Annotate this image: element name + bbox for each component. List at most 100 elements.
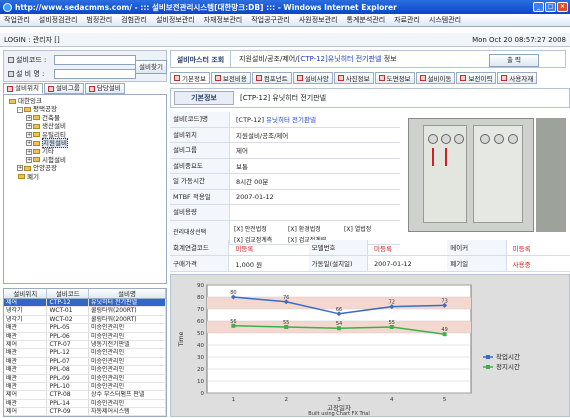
main-tab[interactable]: 사진정보 <box>333 72 374 84</box>
tab-label: 보전이력 <box>468 75 493 83</box>
grid-header-cell[interactable]: 설비위치 <box>4 289 48 298</box>
tab-label: 사용자재 <box>509 75 534 83</box>
detail-row: 회계연결코드 미등록 모델번호 미등록 메이커 미등록 <box>170 240 570 256</box>
left-tab[interactable]: 설비위치 <box>3 83 43 94</box>
expand-icon[interactable]: + <box>26 123 32 130</box>
mgmt-checkbox[interactable]: [X] 열법정 <box>344 224 394 233</box>
tree-node[interactable]: 대한잉크 <box>4 97 166 105</box>
table-row[interactable]: 배관 PPL-08 미승인관리인 <box>4 366 166 375</box>
main-tab[interactable]: 설비이동 <box>415 72 456 84</box>
expand-icon[interactable]: + <box>26 148 32 155</box>
collapse-icon[interactable]: - <box>17 106 23 113</box>
main-tab[interactable]: 설비사양 <box>292 72 333 84</box>
tree-node[interactable]: + 시험설비 <box>4 156 166 164</box>
table-row[interactable]: 배관 PPL-07 미승인관리인 <box>4 357 166 367</box>
tree-node[interactable]: + 지원설비 <box>4 137 166 149</box>
menu-item[interactable]: 설비정보관리 <box>156 15 195 25</box>
table-row[interactable]: 배관 PPL-10 미승인관리인 <box>4 382 166 392</box>
table-cell: 유닛히터 전기판넬 <box>89 299 166 307</box>
table-cell: PPL-10 <box>47 382 89 391</box>
table-row[interactable]: 배관 PPL-12 미승인관리인 <box>4 349 166 358</box>
tree-node[interactable]: 폐기 <box>4 173 166 181</box>
indicator-lamp <box>428 134 438 144</box>
tree-node[interactable]: + 생산설비 <box>4 122 166 130</box>
table-cell: CTP-09 <box>47 408 89 416</box>
left-tab[interactable]: 담당설비 <box>84 83 125 94</box>
main-tab[interactable]: 기본정보 <box>170 72 210 84</box>
menu-item[interactable]: 통계분석관리 <box>347 15 386 25</box>
value-text: 제어 <box>236 147 248 156</box>
mgmt-checkbox[interactable]: [X] 환경법정 <box>288 224 344 233</box>
basic-info-label: 기본정보 <box>174 91 234 105</box>
left-tab[interactable]: 설비그룹 <box>43 83 84 94</box>
find-equipment-button[interactable]: 설비찾기 <box>135 60 167 74</box>
menu-item[interactable]: 설비정검관리 <box>39 15 78 25</box>
close-button[interactable]: × <box>557 2 568 12</box>
main-tab[interactable]: 보전비용 <box>210 72 251 84</box>
table-row[interactable]: 제어 CTP-08 상수 부스터펌프 판넬 <box>4 391 166 400</box>
legend-marker <box>486 355 490 359</box>
table-row[interactable]: 배관 PPL-05 미승인관리인 <box>4 324 166 333</box>
equipment-name-input[interactable] <box>54 69 136 79</box>
page-title: 설비마스터 조회 <box>171 51 231 67</box>
detail-cell: 폐기일 <box>447 256 507 271</box>
y-tick-label: 0 <box>201 391 205 397</box>
panel-cabinet-image <box>408 118 534 232</box>
tree-node[interactable]: + 건축물 <box>4 114 166 122</box>
main-tab[interactable]: 사용자재 <box>497 72 538 84</box>
table-row[interactable]: 제어 CTP-07 냉동기전기판넬 <box>4 340 166 350</box>
grid-header-cell[interactable]: 설비코드 <box>47 289 89 298</box>
maximize-button[interactable]: □ <box>545 2 556 12</box>
tree-node[interactable]: - 평택공장 <box>4 105 166 113</box>
mgmt-checkbox[interactable]: [X] 안전법정 <box>234 224 288 233</box>
menu-item[interactable]: 작업관리 <box>4 15 30 25</box>
tree-node[interactable]: + 안양공장 <box>4 164 166 172</box>
expand-icon[interactable]: + <box>17 165 23 172</box>
detail-table: 회계연결코드 미등록 모델번호 미등록 메이커 미등록 구매가격 1,000 원 가동일(설치일… <box>170 240 570 272</box>
menu-item[interactable]: 자료관리 <box>394 15 420 25</box>
expand-icon[interactable]: + <box>26 114 32 121</box>
minimize-button[interactable]: _ <box>533 2 544 12</box>
table-row[interactable]: 배관 PPL-06 미승인관리인 <box>4 332 166 341</box>
tab-icon <box>337 75 344 81</box>
table-cell: 배관 <box>4 349 48 357</box>
value-highlight: 유닛히터 전기판넬 <box>263 116 316 125</box>
menu-item[interactable]: 검험관리 <box>121 15 147 25</box>
expand-icon[interactable]: + <box>26 131 32 138</box>
menu-item[interactable]: 자재정보관리 <box>204 15 243 25</box>
search-panel: 설비코드 : 설 비 명 : 설비찾기 <box>3 50 167 82</box>
table-row[interactable]: 냉각기 WCT-01 쿨링타워(200RT) <box>4 307 166 316</box>
main-tab[interactable]: 컴포넌트 <box>251 72 292 84</box>
tree-label: 안양공장 <box>33 164 57 173</box>
menu-item[interactable]: 범정관리 <box>86 15 112 25</box>
table-cell: 배관 <box>4 399 48 408</box>
table-row[interactable]: 제어 CTP-12 유닛히터 전기판넬 <box>4 299 166 308</box>
tree-node[interactable]: + 유틸리티 <box>4 131 166 139</box>
table-row[interactable]: 냉각기 WCT-02 쿨링타워(200RT) <box>4 315 166 325</box>
login-label: LOGIN : 관리자 [] <box>4 35 60 44</box>
table-row[interactable]: 배관 PPL-09 미승인관리인 <box>4 374 166 383</box>
detail-cell: 구매가격 <box>170 256 230 271</box>
table-cell: WCT-01 <box>47 307 89 315</box>
main-tab[interactable]: 보전이력 <box>456 72 497 84</box>
main-tab[interactable]: 도면정보 <box>374 72 415 84</box>
expand-icon[interactable]: + <box>26 140 32 147</box>
path-prefix: 지원설비/공조/제어/ <box>239 55 298 63</box>
table-cell: 미승인관리인 <box>89 382 166 391</box>
menu-item[interactable]: 사원정보관리 <box>299 15 338 25</box>
legend-label: 작업시간 <box>496 352 520 361</box>
expand-icon[interactable]: + <box>26 156 32 163</box>
print-button[interactable]: 출 력 <box>489 54 539 67</box>
menu-item[interactable]: 작업공구관리 <box>251 15 290 25</box>
table-row[interactable]: 배관 PPL-14 미승인관리인 <box>4 399 166 409</box>
grid-header-cell[interactable]: 설비명 <box>89 289 166 298</box>
tab-label: 사진정보 <box>345 75 370 83</box>
equipment-code-input[interactable] <box>54 55 136 65</box>
menu-item[interactable]: 시스템관리 <box>429 15 461 25</box>
tab-label: 담당설비 <box>96 84 121 92</box>
info-row: 설비그룹 제어 <box>170 143 400 159</box>
tree-node[interactable]: + 기타 <box>4 147 166 155</box>
x-tick-label: 3 <box>337 397 341 403</box>
folder-icon <box>33 123 40 129</box>
table-row[interactable]: 제어 CTP-09 자동제어시스템 <box>4 408 166 416</box>
